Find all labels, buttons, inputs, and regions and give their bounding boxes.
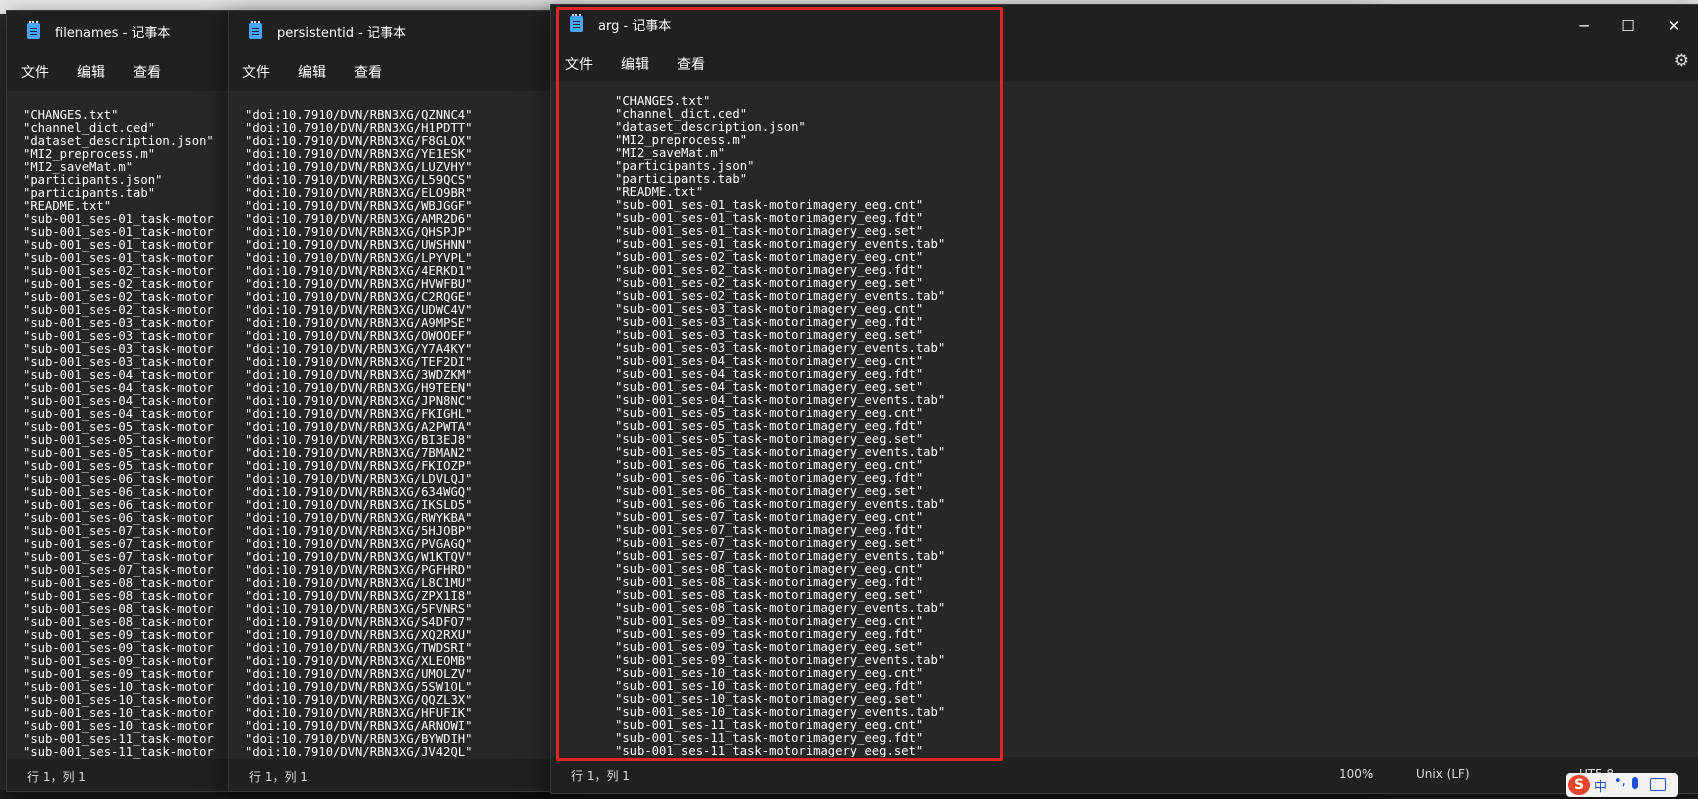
gear-icon[interactable]: ⚙ [1674, 51, 1689, 71]
keyboard-icon[interactable] [1650, 778, 1666, 791]
window-title: arg - 记事本 [598, 19, 672, 34]
ime-toolbar[interactable]: S 中 •, [1566, 773, 1678, 797]
window-title: persistentid - 记事本 [277, 26, 407, 41]
microphone-icon[interactable] [1632, 777, 1638, 789]
text-editor[interactable]: "CHANGES.txt" "channel_dict.ced" "datase… [551, 81, 1698, 757]
window-title: filenames - 记事本 [55, 26, 171, 41]
menu-view[interactable]: 查看 [354, 62, 382, 82]
status-position: 行 1，列 1 [571, 769, 630, 783]
menu-edit[interactable]: 编辑 [77, 62, 105, 82]
notepad-icon [249, 21, 262, 39]
title-bar[interactable]: arg - 记事本 ─ ☐ ✕ [551, 5, 1698, 45]
menu-edit[interactable]: 编辑 [621, 54, 649, 74]
close-icon[interactable]: ✕ [1661, 13, 1687, 39]
editor-text[interactable]: "doi:10.7910/DVN/RBN3XG/QZNNC4" "doi:10.… [245, 109, 472, 760]
menu-view[interactable]: 查看 [677, 54, 705, 74]
notepad-icon [27, 21, 40, 39]
notepad-icon [570, 14, 583, 32]
minimize-icon[interactable]: ─ [1571, 13, 1597, 39]
ime-mode[interactable]: 中 [1594, 776, 1607, 795]
editor-text[interactable]: "CHANGES.txt" "channel_dict.ced" "datase… [23, 109, 214, 760]
status-position: 行 1，列 1 [27, 770, 86, 784]
editor-text[interactable]: "CHANGES.txt" "channel_dict.ced" "datase… [615, 95, 945, 758]
ime-punctuation[interactable]: •, [1614, 774, 1626, 789]
notepad-window-arg[interactable]: arg - 记事本 ─ ☐ ✕ 文件 编辑 查看 ⚙ "CHANGES.txt"… [550, 4, 1698, 794]
status-line-ending: Unix (LF) [1416, 767, 1470, 781]
menu-edit[interactable]: 编辑 [298, 62, 326, 82]
status-bar: 行 1，列 1 100% Unix (LF) UTF-8 [551, 757, 1698, 793]
menu-file[interactable]: 文件 [21, 62, 49, 82]
sogou-ime-icon[interactable]: S [1568, 775, 1590, 795]
status-position: 行 1，列 1 [249, 770, 308, 784]
status-zoom: 100% [1339, 767, 1374, 781]
menu-file[interactable]: 文件 [565, 54, 593, 74]
menu-view[interactable]: 查看 [133, 62, 161, 82]
menu-file[interactable]: 文件 [242, 62, 270, 82]
maximize-icon[interactable]: ☐ [1615, 13, 1641, 39]
menu-bar: 文件 编辑 查看 ⚙ [551, 43, 1698, 83]
